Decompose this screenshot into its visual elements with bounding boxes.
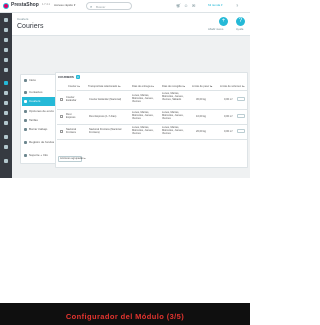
row-edit-button[interactable] <box>237 97 245 101</box>
quick-access-dropdown[interactable]: Acceso rápido ▾ <box>54 3 75 7</box>
menu-item-label: Registro de fondos <box>29 140 55 144</box>
logo-text[interactable]: PrestaShop <box>11 2 39 8</box>
truck-icon <box>24 100 27 103</box>
row-edit-button[interactable] <box>237 114 245 118</box>
row-delivery-days: Lunes, Martes, Miércoles, Jueves, Vierne… <box>132 94 154 104</box>
version-label: 1.7.4.1 <box>42 3 50 6</box>
more-icon[interactable] <box>4 159 8 163</box>
row-edit-button[interactable] <box>237 129 245 133</box>
row-courier: Courier Estándar <box>66 96 77 103</box>
row-carrier: Flexi Express (1-7 días) <box>89 115 117 118</box>
module-menu: Inicio Contactos Couriers Opciones de en… <box>20 74 60 164</box>
funds-icon <box>24 141 27 144</box>
menu-item-label: Borrar trabajo <box>29 127 48 131</box>
row-checkbox[interactable] <box>60 115 63 118</box>
table-title: COURIERS <box>58 75 74 79</box>
international-icon[interactable] <box>4 121 8 125</box>
row-delivery-days: Lunes, Martes, Miércoles, Jueves, Vierne… <box>132 126 154 136</box>
menu-item-label: Soporte + Info <box>29 153 48 157</box>
dashboard-icon[interactable] <box>4 18 8 22</box>
column-header-courier[interactable]: Courier ▾▴ <box>68 85 80 88</box>
support-icon <box>24 154 27 157</box>
shipping-icon[interactable] <box>4 101 8 105</box>
row-pickup-days: Lunes, Martes, Miércoles, Jueves, Vierne… <box>162 111 184 121</box>
page-header: Couriers Couriers + Añadir nuevo ? Ayuda <box>12 13 250 36</box>
messages-icon[interactable] <box>4 58 8 62</box>
user-icon[interactable]: ☺ <box>184 3 188 8</box>
row-courier: Flexi Express <box>66 113 76 120</box>
row-carrier: Nacional Frontera (Nacional Frontera) <box>89 128 122 135</box>
help-icon[interactable]: ? <box>236 3 238 8</box>
column-header-delivery-days[interactable]: Días de entrega ▾▴ <box>132 85 154 88</box>
table-row[interactable]: Nacional Frontera Nacional Frontera (Nac… <box>57 125 247 139</box>
stats-icon[interactable] <box>4 68 8 72</box>
settings-icon[interactable] <box>4 135 8 139</box>
customers-icon[interactable] <box>4 48 8 52</box>
row-pickup-days: Lunes, Martes, Miércoles, Jueves, Vierne… <box>162 126 184 136</box>
prestashop-logo-icon[interactable] <box>3 3 9 9</box>
help-label[interactable]: Ayuda <box>236 28 243 31</box>
menu-item-label: Tarifas <box>29 118 38 122</box>
row-checkbox[interactable] <box>60 98 63 101</box>
trash-icon <box>24 128 27 131</box>
contacts-icon <box>24 91 27 94</box>
orders-icon[interactable] <box>4 28 8 32</box>
table-row[interactable]: Flexi Express Flexi Express (1-7 días) L… <box>57 110 247 124</box>
search-box[interactable]: ⌕ Buscar <box>86 2 132 10</box>
search-placeholder[interactable]: Buscar <box>96 5 105 9</box>
payment-icon[interactable] <box>4 111 8 115</box>
row-weight-limit: 20,00 kg <box>196 130 206 133</box>
design-icon[interactable] <box>4 91 8 95</box>
help-button[interactable]: ? <box>236 17 245 26</box>
menu-item-label: Inicio <box>29 78 37 82</box>
row-weight-limit: 30,00 kg <box>196 98 206 101</box>
add-new-label[interactable]: Añadir nuevo <box>208 28 223 31</box>
page-title: Couriers <box>17 23 44 30</box>
row-carrier: Courier Estándar (Nacional) <box>89 98 122 101</box>
modules-icon[interactable] <box>4 81 8 85</box>
row-courier: Nacional Frontera <box>66 128 77 135</box>
caption-text: Configurador del Módulo (3/5) <box>65 312 185 321</box>
breadcrumb[interactable]: Couriers <box>17 17 28 21</box>
rates-icon <box>24 119 27 122</box>
options-icon <box>24 110 27 113</box>
row-weight-limit: 10,00 kg <box>196 115 206 118</box>
menu-item-label: Contactos <box>29 90 43 94</box>
search-icon: ⌕ <box>90 4 93 9</box>
top-bar: PrestaShop 1.7.4.1 Acceso rápido ▾ ⌕ Bus… <box>0 0 250 13</box>
table-count-badge: 3 <box>76 75 80 79</box>
advanced-settings-icon[interactable] <box>4 145 8 149</box>
admin-sidebar <box>0 13 12 178</box>
column-header-weight-limit[interactable]: Límite de peso ▾▴ <box>192 85 212 88</box>
menu-item-label: Opciones de envío <box>29 109 55 113</box>
row-checkbox[interactable] <box>60 130 63 133</box>
help-circle-icon: ? <box>238 18 243 24</box>
plus-icon: + <box>221 18 226 24</box>
column-header-volume-limit[interactable]: Límite de volumen ▾▴ <box>220 85 245 88</box>
caption-banner: Configurador del Módulo (3/5) <box>0 303 250 325</box>
store-selector[interactable]: Mi tienda ▾ <box>208 3 223 7</box>
home-icon <box>24 79 27 82</box>
bell-icon[interactable]: ✉ <box>192 3 195 8</box>
row-volume-limit: 0,00 m³ <box>224 98 233 101</box>
row-volume-limit: 0,00 m³ <box>224 130 233 133</box>
add-new-button[interactable]: + <box>219 17 228 26</box>
column-header-pickup-days[interactable]: Días de recogida ▾▴ <box>162 85 185 88</box>
couriers-table-panel: COURIERS 3 Courier ▾▴ Transportista rela… <box>55 72 248 168</box>
column-header-carrier[interactable]: Transportista relacionado ▾▴ <box>88 85 121 88</box>
row-divider <box>57 139 247 140</box>
bulk-actions-button[interactable]: Acciones agrupadas ▴ <box>58 156 86 162</box>
row-delivery-days: Lunes, Martes, Miércoles, Jueves, Vierne… <box>132 111 154 121</box>
table-row[interactable]: Courier Estándar Courier Estándar (Nacio… <box>57 91 247 109</box>
catalog-icon[interactable] <box>4 38 8 42</box>
menu-item-label: Couriers <box>29 99 41 103</box>
cart-icon[interactable]: 🛒︎ <box>176 3 181 8</box>
row-pickup-days: Lunes, Martes, Miércoles, Jueves, Vierne… <box>162 92 184 102</box>
row-volume-limit: 0,00 m³ <box>224 115 233 118</box>
